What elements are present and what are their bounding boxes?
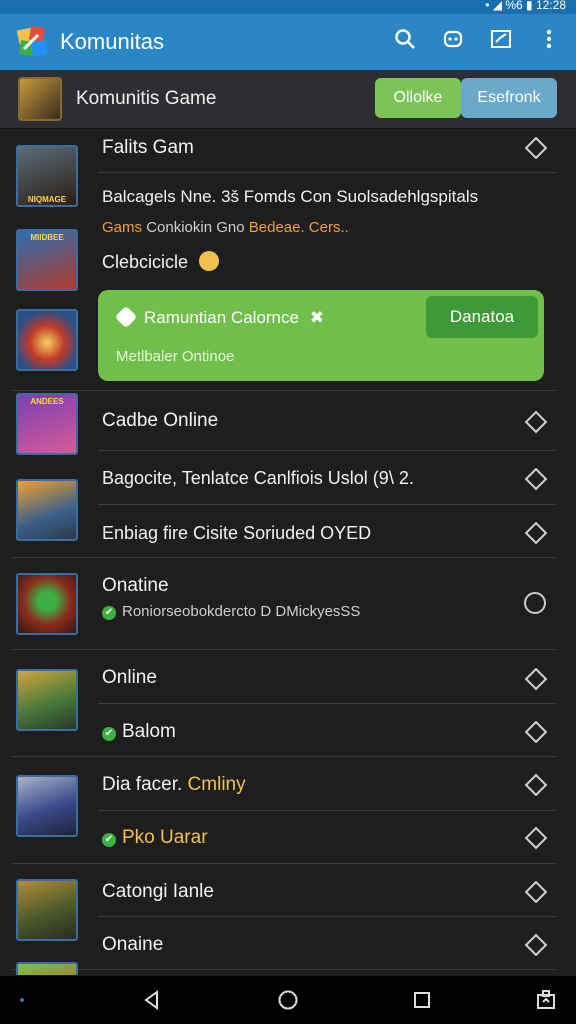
divider bbox=[12, 969, 556, 970]
banner-subtitle: Metlbaler Ontinoe bbox=[116, 348, 235, 365]
divider bbox=[98, 916, 556, 917]
game-thumbnail[interactable]: ANDEES bbox=[16, 393, 78, 455]
list-item-label: Pko Uarar bbox=[122, 827, 208, 848]
banner-title: Ramuntian Calornce ✖ bbox=[114, 305, 324, 329]
game-list: NIQMAGE Falits Gam Balcagels Nne. 3š Fom… bbox=[0, 129, 576, 975]
list-item-label: Clebcicicle bbox=[102, 252, 189, 272]
expand-icon[interactable] bbox=[524, 773, 548, 797]
expand-icon[interactable] bbox=[524, 667, 548, 691]
game-thumbnail[interactable] bbox=[16, 879, 78, 941]
list-item-title[interactable]: Balcagels Nne. 3š Fomds Con Suolsadehlgs… bbox=[102, 187, 478, 207]
status-indicators: • ◢ %6 ▮ 12:28 bbox=[485, 0, 566, 12]
divider bbox=[98, 703, 556, 704]
list-item-title[interactable]: Catongi Ianle bbox=[102, 881, 214, 903]
banner-title-text: Ramuntian Calornce bbox=[144, 308, 299, 327]
app-title: Komunitas bbox=[60, 29, 164, 54]
divider bbox=[98, 172, 556, 173]
list-item-title[interactable]: ✔ Balom bbox=[102, 721, 176, 743]
expand-icon[interactable] bbox=[524, 826, 548, 850]
expand-icon[interactable] bbox=[524, 467, 548, 491]
divider bbox=[12, 557, 556, 558]
community-banner: Ramuntian Calornce ✖ Metlbaler Ontinoe D… bbox=[98, 290, 544, 381]
game-thumbnail[interactable]: NIQMAGE bbox=[16, 145, 78, 207]
screenshot-icon[interactable] bbox=[532, 986, 560, 1014]
game-thumbnail[interactable]: MIIDBEE bbox=[16, 229, 78, 291]
highlight-label: Cmliny bbox=[187, 774, 246, 795]
expand-icon[interactable] bbox=[524, 521, 548, 545]
smile-emoji-icon bbox=[199, 251, 220, 271]
list-item-status: ✔ Roniorseobokdercto D DMickyesSS bbox=[102, 603, 360, 620]
tag-label: Conkiokin Gno bbox=[146, 219, 245, 236]
check-icon: ✔ bbox=[102, 833, 116, 847]
game-thumbnail[interactable] bbox=[16, 309, 78, 371]
app-bar: Komunitas bbox=[0, 14, 576, 70]
game-thumbnail[interactable] bbox=[16, 962, 78, 975]
check-icon: ✔ bbox=[102, 606, 116, 620]
status-text: Roniorseobokdercto D DMickyesSS bbox=[122, 603, 361, 620]
divider bbox=[98, 810, 556, 811]
list-item-title[interactable]: ✔ Pko Uarar bbox=[102, 827, 208, 849]
divider bbox=[12, 390, 556, 391]
divider bbox=[12, 863, 556, 864]
donate-button[interactable]: Danatoa bbox=[426, 296, 538, 338]
edit-icon[interactable] bbox=[488, 24, 514, 54]
expand-icon[interactable] bbox=[524, 410, 548, 434]
list-item-title[interactable]: Cadbe Online bbox=[102, 410, 218, 432]
expand-icon[interactable] bbox=[524, 880, 548, 904]
game-thumbnail[interactable] bbox=[16, 775, 78, 837]
app-logo-icon bbox=[14, 23, 52, 61]
expand-icon[interactable] bbox=[524, 720, 548, 744]
list-item-subtitle: Gams Conkiokin Gno Bedeae. Cers.. bbox=[102, 219, 349, 236]
game-thumbnail[interactable] bbox=[16, 573, 78, 635]
list-item-label: Dia facer. bbox=[102, 774, 183, 795]
divider bbox=[12, 756, 556, 757]
list-item-title[interactable]: Dia facer. Cmliny bbox=[102, 774, 246, 796]
filter-button[interactable]: Esefronk bbox=[461, 78, 557, 118]
community-title: Komunitis Game bbox=[76, 88, 217, 109]
search-icon[interactable] bbox=[392, 24, 418, 54]
tag-label: Bedeae. Cers.. bbox=[248, 219, 349, 236]
dot-icon bbox=[12, 986, 32, 1014]
list-item-title[interactable]: Onaine bbox=[102, 934, 163, 956]
game-thumbnail[interactable] bbox=[16, 479, 78, 541]
check-icon: ✔ bbox=[102, 727, 116, 741]
puzzle-icon bbox=[114, 305, 138, 329]
gamepad-icon[interactable] bbox=[440, 24, 466, 54]
more-vert-icon[interactable] bbox=[536, 24, 562, 54]
list-item-title[interactable]: Clebcicicle bbox=[102, 251, 220, 273]
list-item-title[interactable]: Online bbox=[102, 667, 157, 689]
divider bbox=[98, 450, 556, 451]
community-header: Komunitis Game Ollolke Esefronk bbox=[0, 70, 576, 129]
list-item-title[interactable]: Falits Gam bbox=[102, 137, 194, 159]
divider bbox=[98, 504, 556, 505]
community-avatar bbox=[18, 77, 62, 121]
game-thumbnail[interactable] bbox=[16, 669, 78, 731]
list-item-title[interactable]: Onatine bbox=[102, 575, 169, 597]
home-icon[interactable] bbox=[274, 986, 302, 1014]
close-icon[interactable]: ✖ bbox=[310, 308, 324, 327]
system-nav-bar bbox=[0, 976, 576, 1024]
divider bbox=[12, 649, 556, 650]
status-bar: • ◢ %6 ▮ 12:28 bbox=[0, 0, 576, 14]
tag-label: Gams bbox=[102, 219, 143, 236]
expand-icon[interactable] bbox=[524, 136, 548, 160]
list-item-title[interactable]: Enbiag fire Cisite Soriuded OYED bbox=[102, 523, 371, 544]
back-icon[interactable] bbox=[138, 986, 166, 1014]
status-ring-icon[interactable] bbox=[524, 592, 546, 614]
recents-icon[interactable] bbox=[408, 986, 436, 1014]
list-item-title[interactable]: Bagocite, Tenlatce Canlfiois Uslol (9\ 2… bbox=[102, 468, 414, 489]
list-item-label: Balom bbox=[122, 721, 176, 742]
expand-icon[interactable] bbox=[524, 933, 548, 957]
online-button[interactable]: Ollolke bbox=[375, 78, 461, 118]
